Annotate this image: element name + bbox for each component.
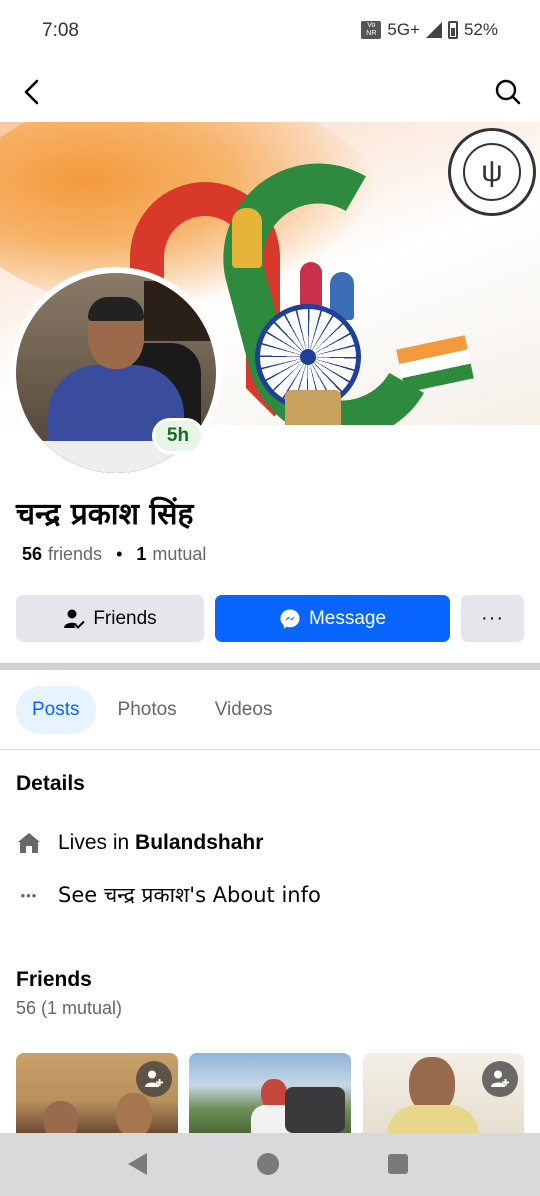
friends-label: friends: [48, 544, 103, 564]
profile-tabs: Posts Photos Videos: [16, 686, 288, 734]
friend-stats[interactable]: 56 friends • 1 mutual: [22, 544, 206, 565]
india-gate-graphic: [285, 390, 341, 425]
mutual-label: mutual: [152, 544, 207, 564]
avatar-hair: [88, 297, 144, 321]
add-friend-button[interactable]: [136, 1061, 172, 1097]
cover-dancer: [232, 208, 262, 268]
story-time-badge[interactable]: 5h: [152, 418, 204, 454]
detail-about-link[interactable]: ••• See चन्द्र प्रकाश's About info: [16, 881, 321, 909]
friends-count: 56: [22, 544, 43, 564]
chevron-left-icon: [24, 79, 39, 105]
about-info-link[interactable]: See चन्द्र प्रकाश's About info: [58, 881, 321, 909]
home-icon: [16, 830, 42, 856]
friend-body: [387, 1105, 479, 1133]
friend-vehicle: [285, 1087, 345, 1133]
friend-face: [116, 1093, 152, 1133]
add-friend-icon: [491, 1070, 509, 1087]
friends-section-count: 56 (1 mutual): [16, 998, 123, 1018]
friends-section-title: Friends: [16, 968, 92, 991]
system-nav-bar: [0, 1133, 540, 1196]
tab-videos[interactable]: Videos: [199, 686, 289, 734]
messenger-icon: [280, 609, 300, 628]
battery-icon: [447, 21, 458, 39]
status-time: 7:08: [42, 20, 79, 41]
tab-photos[interactable]: Photos: [102, 686, 193, 734]
network-type: 5G+: [387, 20, 420, 39]
top-nav: [0, 62, 540, 122]
cover-dancer: [300, 262, 322, 308]
up-government-seal-icon: ψ: [448, 128, 536, 216]
more-dots-icon: •••: [20, 887, 38, 903]
volte-icon: Vo NR: [361, 21, 382, 39]
nav-recents-icon[interactable]: [388, 1154, 408, 1174]
status-bar: 7:08 Vo NR 5G+ 52%: [0, 0, 540, 62]
signal-icon: [425, 22, 442, 38]
nav-back-icon[interactable]: [128, 1153, 147, 1175]
search-button[interactable]: [490, 74, 526, 110]
detail-lives-in: Lives in Bulandshahr: [16, 830, 263, 856]
lives-in-city: Bulandshahr: [135, 831, 264, 854]
details-title: Details: [16, 772, 85, 795]
search-icon: [495, 79, 521, 105]
tabs-divider: [0, 749, 540, 750]
add-friend-button[interactable]: [482, 1061, 518, 1097]
friend-card[interactable]: [363, 1053, 524, 1133]
profile-name: चन्द्र प्रकाश सिंह: [16, 497, 194, 532]
friends-button-label: Friends: [93, 607, 157, 629]
lives-in-text: Lives in Bulandshahr: [58, 831, 263, 855]
nav-home-icon[interactable]: [257, 1153, 279, 1175]
tab-posts[interactable]: Posts: [16, 686, 96, 734]
more-options-button[interactable]: ···: [461, 595, 524, 642]
section-divider: [0, 663, 540, 670]
add-friend-icon: [145, 1070, 163, 1087]
seal-emblem: ψ: [463, 143, 521, 201]
friend-check-icon: [64, 609, 86, 630]
battery-percent: 52%: [463, 20, 498, 39]
avatar-name-board: [144, 281, 214, 341]
status-indicators: Vo NR 5G+ 52%: [361, 20, 498, 40]
back-button[interactable]: [14, 74, 50, 110]
lives-in-prefix: Lives in: [58, 831, 136, 854]
message-button[interactable]: Message: [215, 595, 450, 642]
message-button-label: Message: [308, 607, 387, 629]
friends-button[interactable]: Friends: [16, 595, 204, 642]
mutual-count: 1: [136, 544, 147, 564]
friend-card[interactable]: [16, 1053, 178, 1133]
friend-card[interactable]: [189, 1053, 351, 1133]
friend-face: [44, 1101, 78, 1133]
stats-separator: •: [116, 544, 123, 564]
